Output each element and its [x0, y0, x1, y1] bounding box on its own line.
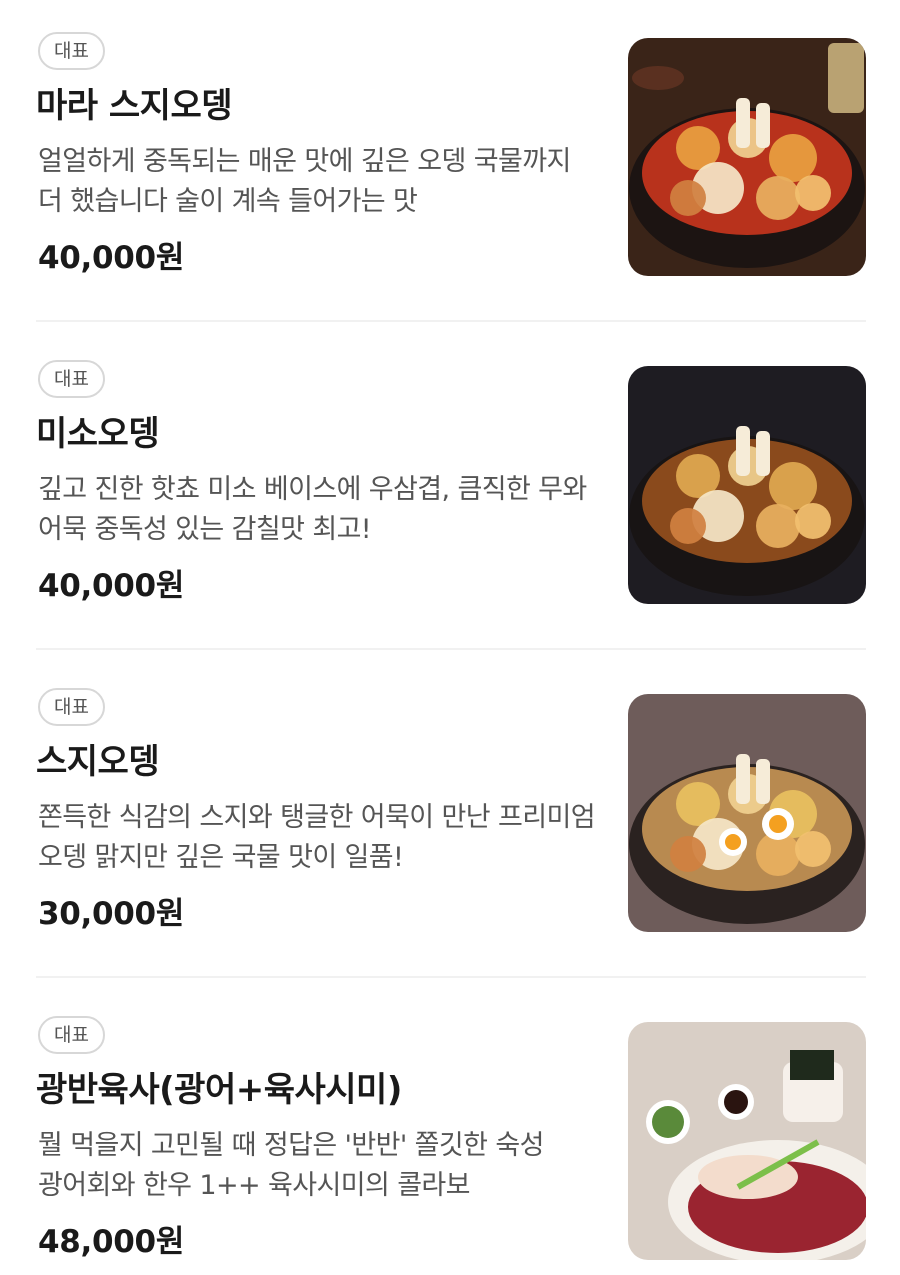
representative-badge: 대표 — [38, 688, 105, 726]
divider — [36, 976, 866, 978]
menu-list: 대표 마라 스지오뎅 얼얼하게 중독되는 매운 맛에 깊은 오뎅 국물까지 더 … — [0, 0, 900, 1275]
menu-item-name: 스지오뎅 — [36, 742, 160, 782]
menu-item-name: 마라 스지오뎅 — [36, 86, 233, 126]
menu-item-price: 30,000원 — [38, 896, 185, 932]
divider — [36, 320, 866, 322]
miso-oden-photo[interactable] — [628, 366, 866, 604]
menu-item[interactable]: 대표 스지오뎅 쫀득한 식감의 스지와 탱글한 어묵이 만난 프리미엄 오뎅 맑… — [0, 656, 900, 984]
mala-suji-oden-photo[interactable] — [628, 38, 866, 276]
representative-badge: 대표 — [38, 32, 105, 70]
menu-item-price: 48,000원 — [38, 1224, 185, 1260]
menu-item-description: 깊고 진한 핫쵸 미소 베이스에 우삼겹, 큼직한 무와 어묵 중독성 있는 감… — [38, 474, 587, 545]
menu-item-price: 40,000원 — [38, 568, 185, 604]
menu-item-name: 광반육사(광어+육사시미) — [36, 1070, 402, 1110]
menu-item[interactable]: 대표 미소오뎅 깊고 진한 핫쵸 미소 베이스에 우삼겹, 큼직한 무와 어묵 … — [0, 328, 900, 656]
menu-item-description: 뭘 먹을지 고민될 때 정답은 '반반' 쫄깃한 숙성 광어회와 한우 1++ … — [38, 1130, 544, 1201]
suji-oden-photo[interactable] — [628, 694, 866, 932]
menu-item-price: 40,000원 — [38, 240, 185, 276]
representative-badge: 대표 — [38, 360, 105, 398]
menu-item[interactable]: 대표 광반육사(광어+육사시미) 뭘 먹을지 고민될 때 정답은 '반반' 쫄깃… — [0, 984, 900, 1275]
menu-item-description: 쫀득한 식감의 스지와 탱글한 어묵이 만난 프리미엄 오뎅 맑지만 깊은 국물… — [38, 802, 596, 873]
menu-item[interactable]: 대표 마라 스지오뎅 얼얼하게 중독되는 매운 맛에 깊은 오뎅 국물까지 더 … — [0, 0, 900, 328]
halibut-yukhoe-platter-photo[interactable] — [628, 1022, 866, 1260]
menu-item-description: 얼얼하게 중독되는 매운 맛에 깊은 오뎅 국물까지 더 했습니다 술이 계속 … — [38, 146, 571, 217]
menu-item-name: 미소오뎅 — [36, 414, 160, 454]
representative-badge: 대표 — [38, 1016, 105, 1054]
divider — [36, 648, 866, 650]
